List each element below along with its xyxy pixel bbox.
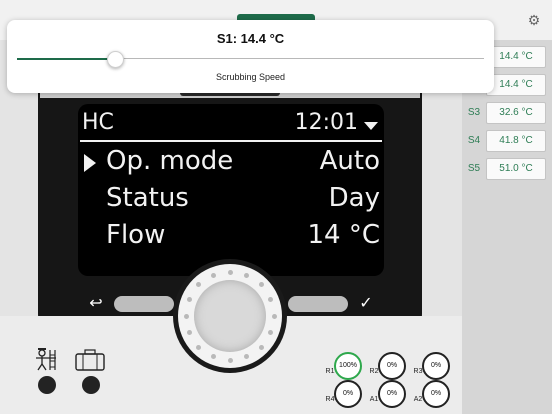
lcd-row-value: Auto xyxy=(319,146,380,176)
speed-slider-fill xyxy=(17,58,116,60)
dial-dot xyxy=(258,344,264,350)
relay-r4[interactable]: 0% xyxy=(334,380,362,408)
chimney-sweep-button[interactable] xyxy=(38,376,56,394)
briefcase-icon[interactable] xyxy=(74,348,106,372)
back-arrow-icon[interactable]: ↩ xyxy=(86,294,106,314)
sensor-popup: S1: 14.4 °C Scrubbing Speed xyxy=(7,20,494,93)
sensor-value: 14.4 °C xyxy=(486,74,546,96)
popup-caption: Scrubbing Speed xyxy=(215,72,286,82)
dial-dot xyxy=(271,313,277,319)
sensor-label: S5 xyxy=(467,163,481,174)
lcd-row-label: Flow xyxy=(106,220,166,250)
sensor-label: S4 xyxy=(467,135,481,146)
triangle-right-icon xyxy=(84,154,96,172)
sensor-row-s3[interactable]: S3 32.6 °C xyxy=(462,102,552,124)
dial-dot xyxy=(210,354,216,360)
sensor-row-s4[interactable]: S4 41.8 °C xyxy=(462,130,552,152)
dial-dot xyxy=(183,313,189,319)
relay-r3[interactable]: 0% xyxy=(422,352,450,380)
triangle-down-icon xyxy=(364,122,378,130)
relay-r2[interactable]: 0% xyxy=(378,352,406,380)
lcd-row-opmode[interactable]: Op. mode Auto xyxy=(78,146,384,180)
service-button[interactable] xyxy=(82,376,100,394)
relay-a1[interactable]: 0% xyxy=(378,380,406,408)
left-softkey-button[interactable] xyxy=(114,296,174,312)
dial-dot xyxy=(227,357,233,363)
lcd-header: HC 12:01 xyxy=(78,110,384,138)
dial-dot xyxy=(210,272,216,278)
checkmark-icon[interactable]: ✓ xyxy=(356,294,376,314)
sensor-panel xyxy=(462,40,552,414)
relay-r1[interactable]: 100% xyxy=(334,352,362,380)
sensor-label: S3 xyxy=(467,107,481,118)
dial-dot xyxy=(268,296,274,302)
relay-label: R2 xyxy=(369,368,379,375)
lcd-row-status[interactable]: Status Day xyxy=(78,183,384,217)
chimney-sweep-icon[interactable] xyxy=(32,346,60,372)
relay-label: A1 xyxy=(369,396,379,403)
sensor-row-s5[interactable]: S5 51.0 °C xyxy=(462,158,552,180)
sensor-value: 51.0 °C xyxy=(486,158,546,180)
relay-a2[interactable]: 0% xyxy=(422,380,450,408)
lcd-display: HC 12:01 Op. mode Auto Status Day Flow 1… xyxy=(78,104,384,276)
relay-label: R3 xyxy=(413,368,423,375)
dial-dot xyxy=(227,269,233,275)
sensor-value: 14.4 °C xyxy=(486,46,546,68)
relay-label: R1 xyxy=(325,368,335,375)
popup-title: S1: 14.4 °C xyxy=(216,31,285,46)
lcd-clock: 12:01 xyxy=(294,110,358,135)
gear-icon[interactable]: ⚙ xyxy=(526,12,542,28)
lcd-row-value: Day xyxy=(328,183,380,213)
speed-slider-thumb[interactable] xyxy=(107,51,125,68)
sensor-value: 41.8 °C xyxy=(486,130,546,152)
lcd-menu-title: HC xyxy=(82,110,114,135)
lcd-row-flow[interactable]: Flow 14 °C xyxy=(78,220,384,254)
dial-dot xyxy=(186,296,192,302)
lcd-row-label: Op. mode xyxy=(106,146,234,176)
dial-knob[interactable] xyxy=(194,280,266,352)
lcd-row-label: Status xyxy=(106,183,189,213)
lcd-row-value: 14 °C xyxy=(307,220,380,250)
sensor-value: 32.6 °C xyxy=(486,102,546,124)
right-softkey-button[interactable] xyxy=(288,296,348,312)
lcd-divider xyxy=(80,140,382,142)
relay-label: R4 xyxy=(325,396,335,403)
relay-label: A2 xyxy=(413,396,423,403)
